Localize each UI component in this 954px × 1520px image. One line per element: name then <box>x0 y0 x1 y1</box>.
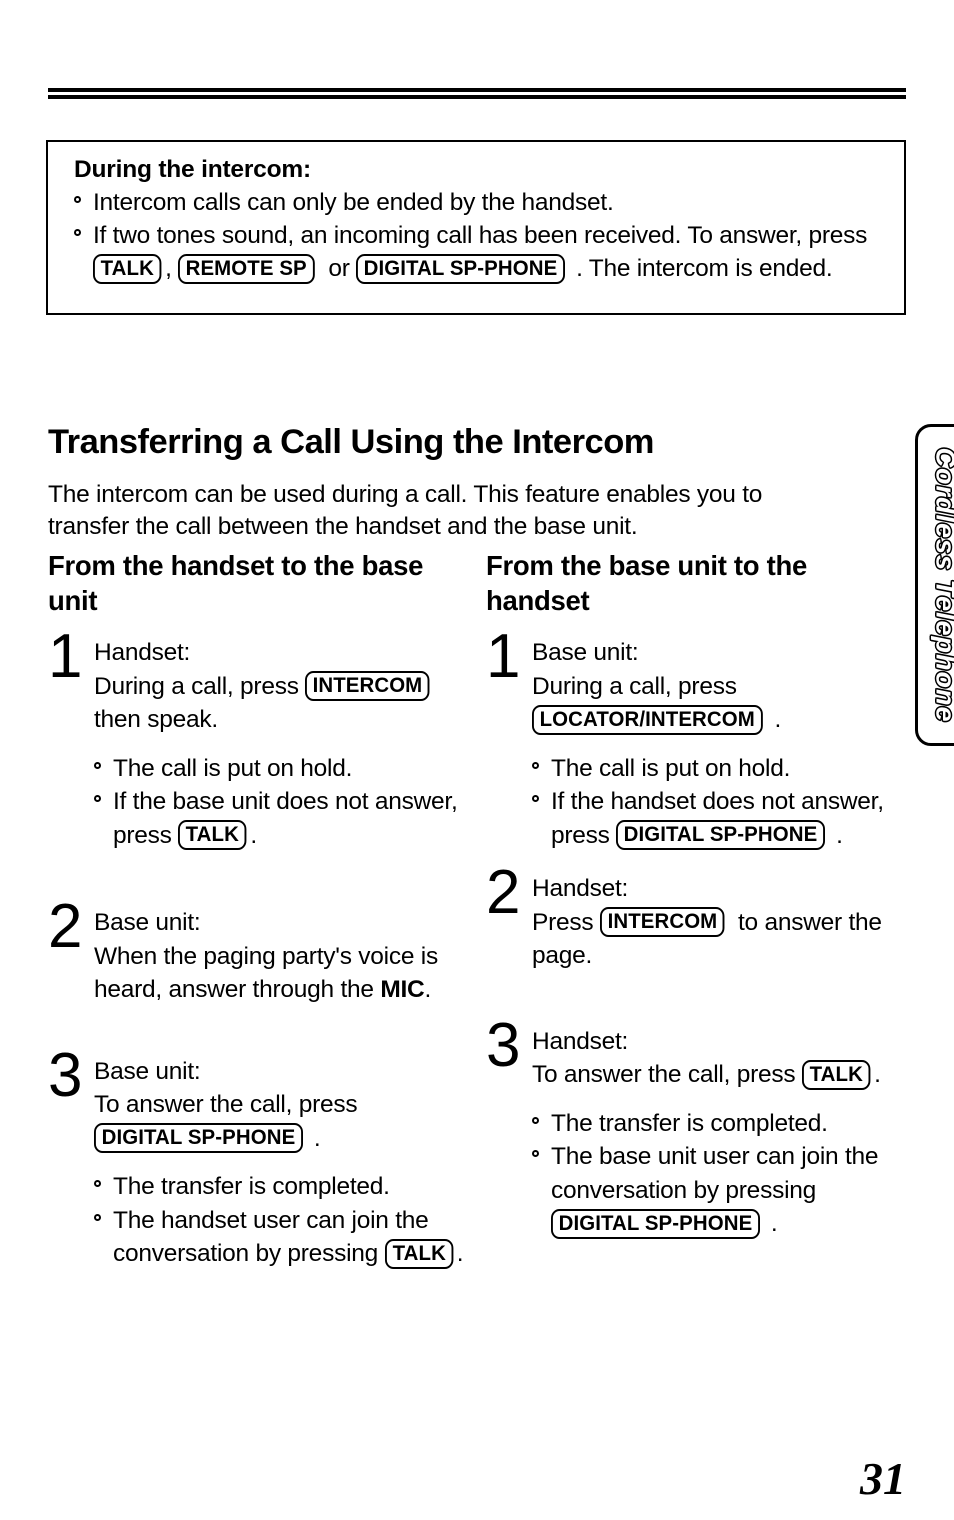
step-note-item: The call is put on hold. <box>532 752 906 786</box>
key-box: TALK <box>384 1238 454 1269</box>
procedure-step: 3 Base unit: To answer the call, press DIG… <box>48 1044 468 1271</box>
step-instruction: During a call, press LOCATOR/INTERCOM. <box>532 672 782 735</box>
hollow-bullet-icon <box>94 752 101 786</box>
note-list-item: If two tones sound, an incoming call has… <box>74 219 890 285</box>
note-list-item: Intercom calls can only be ended by the … <box>74 186 890 219</box>
note-box-title: During the intercom: <box>74 156 311 183</box>
page-number: 31 <box>860 1453 906 1504</box>
procedure-step: 1 Base unit: During a call, press LOCATOR/… <box>486 626 906 852</box>
step-number: 2 <box>48 892 82 961</box>
step-number: 1 <box>486 622 520 691</box>
step-device-label: Base unit: <box>532 639 639 666</box>
note-list-item-text: If two tones sound, an incoming call has… <box>93 222 868 284</box>
step-note-text: The handset user can join the conversati… <box>113 1206 464 1269</box>
step-number: 2 <box>486 858 520 927</box>
step-note-item: If the base unit does not answer, press … <box>94 785 468 852</box>
procedure-column-right: From the base unit to the handset 1 Base … <box>486 548 906 1241</box>
section-thumb-tab-label: Cordless Telephone <box>929 446 954 723</box>
column-heading-left: From the handset to the base unit <box>48 550 424 616</box>
step-note-text: The call is put on hold. <box>551 754 791 782</box>
key-box: TALK <box>93 253 162 284</box>
section-thumb-tab: Cordless Telephone <box>915 424 954 746</box>
step-note-text: The transfer is completed. <box>113 1173 390 1200</box>
note-list-item-text: Intercom calls can only be ended by the … <box>93 189 614 216</box>
step-body: Base unit: To answer the call, press DIGI… <box>94 1055 468 1271</box>
step-body: Handset: To answer the call, press TALK. T… <box>532 1025 906 1241</box>
step-note-list: The transfer is completed. The base unit … <box>532 1107 906 1241</box>
hollow-bullet-icon <box>532 785 539 819</box>
hollow-bullet-icon <box>94 785 101 819</box>
column-heading-right: From the base unit to the handset <box>486 550 807 616</box>
hollow-bullet-icon <box>532 1107 539 1141</box>
procedure-step: 1 Handset: During a call, press INTERCOM t… <box>48 626 468 852</box>
key-box: TALK <box>178 820 247 850</box>
step-note-item: The base unit user can join the conversa… <box>532 1140 906 1241</box>
step-spacer <box>48 1007 468 1055</box>
emphasis-text: MIC <box>380 976 425 1003</box>
step-note-list: The transfer is completed. The handset us… <box>94 1170 468 1271</box>
key-box: DIGITAL SP-PHONE <box>356 253 566 284</box>
step-device-label: Handset: <box>94 639 191 666</box>
step-note-text: The transfer is completed. <box>551 1109 828 1137</box>
hollow-bullet-icon <box>532 752 539 786</box>
step-note-text: The call is put on hold. <box>113 754 353 782</box>
step-device-label: Handset: <box>532 875 629 902</box>
step-body: Handset: Press INTERCOM to answer the pag… <box>532 872 906 973</box>
procedure-step: 3 Handset: To answer the call, press TALK.… <box>486 1014 906 1241</box>
step-instruction: Press INTERCOM to answer the page. <box>532 907 882 969</box>
step-number: 1 <box>48 622 82 691</box>
hollow-bullet-icon <box>74 186 81 219</box>
step-instruction: When the paging party's voice is heard, … <box>94 942 438 1004</box>
step-note-item: If the handset does not answer, press DI… <box>532 785 906 852</box>
key-box: INTERCOM <box>305 671 431 701</box>
key-box: REMOTE SP <box>178 253 315 284</box>
hollow-bullet-icon <box>94 1170 101 1204</box>
step-spacer <box>48 852 468 906</box>
step-number: 3 <box>48 1040 82 1110</box>
procedure-step: 2 Base unit: When the paging party's voice… <box>48 896 468 1007</box>
note-box-list: Intercom calls can only be ended by the … <box>74 186 890 285</box>
step-instruction: To answer the call, press TALK. <box>532 1059 881 1090</box>
step-instruction: To answer the call, press DIGITAL SP-PHO… <box>94 1091 358 1153</box>
step-instruction: During a call, press INTERCOM then speak… <box>94 670 468 737</box>
step-note-text: If the base unit does not answer, press … <box>113 788 458 850</box>
hollow-bullet-icon <box>74 219 81 252</box>
procedure-step: 2 Handset: Press INTERCOM to answer the pa… <box>486 862 906 973</box>
step-note-text: If the handset does not answer, press DI… <box>551 788 884 850</box>
key-box: DIGITAL SP-PHONE <box>551 1208 760 1239</box>
hollow-bullet-icon <box>532 1140 539 1174</box>
step-list-right: 1 Base unit: During a call, press LOCATOR/… <box>486 626 906 1241</box>
step-list-left: 1 Handset: During a call, press INTERCOM t… <box>48 626 468 1271</box>
intro-paragraph: The intercom can be used during a call. … <box>48 480 763 540</box>
step-note-item: The call is put on hold. <box>94 752 468 786</box>
key-box: DIGITAL SP-PHONE <box>94 1123 303 1153</box>
top-double-rule <box>48 88 906 99</box>
step-number: 3 <box>486 1010 520 1080</box>
step-spacer <box>486 973 906 1025</box>
step-note-list: The call is put on hold. If the base unit… <box>94 752 468 853</box>
step-note-item: The handset user can join the conversati… <box>94 1204 468 1271</box>
page-title: Transferring a Call Using the Intercom <box>48 423 654 462</box>
step-device-label: Base unit: <box>94 1057 201 1085</box>
note-box: During the intercom: Intercom calls can … <box>46 140 906 315</box>
step-device-label: Base unit: <box>94 909 201 936</box>
step-spacer <box>486 852 906 872</box>
step-body: Base unit: During a call, press LOCATOR/I… <box>532 636 906 852</box>
step-body: Handset: During a call, press INTERCOM th… <box>94 636 468 852</box>
manual-page: During the intercom: Intercom calls can … <box>0 0 954 1520</box>
procedure-column-left: From the handset to the base unit 1 Hands… <box>48 548 468 1271</box>
step-note-item: The transfer is completed. <box>94 1170 468 1204</box>
key-box: DIGITAL SP-PHONE <box>616 820 826 850</box>
key-box: INTERCOM <box>599 907 725 937</box>
step-note-item: The transfer is completed. <box>532 1107 906 1141</box>
step-body: Base unit: When the paging party's voice … <box>94 906 468 1007</box>
step-device-label: Handset: <box>532 1027 629 1055</box>
hollow-bullet-icon <box>94 1204 101 1238</box>
key-box: TALK <box>801 1059 871 1090</box>
step-note-text: The base unit user can join the conversa… <box>551 1143 879 1239</box>
step-note-list: The call is put on hold. If the handset d… <box>532 752 906 853</box>
key-box: LOCATOR/INTERCOM <box>532 704 763 735</box>
